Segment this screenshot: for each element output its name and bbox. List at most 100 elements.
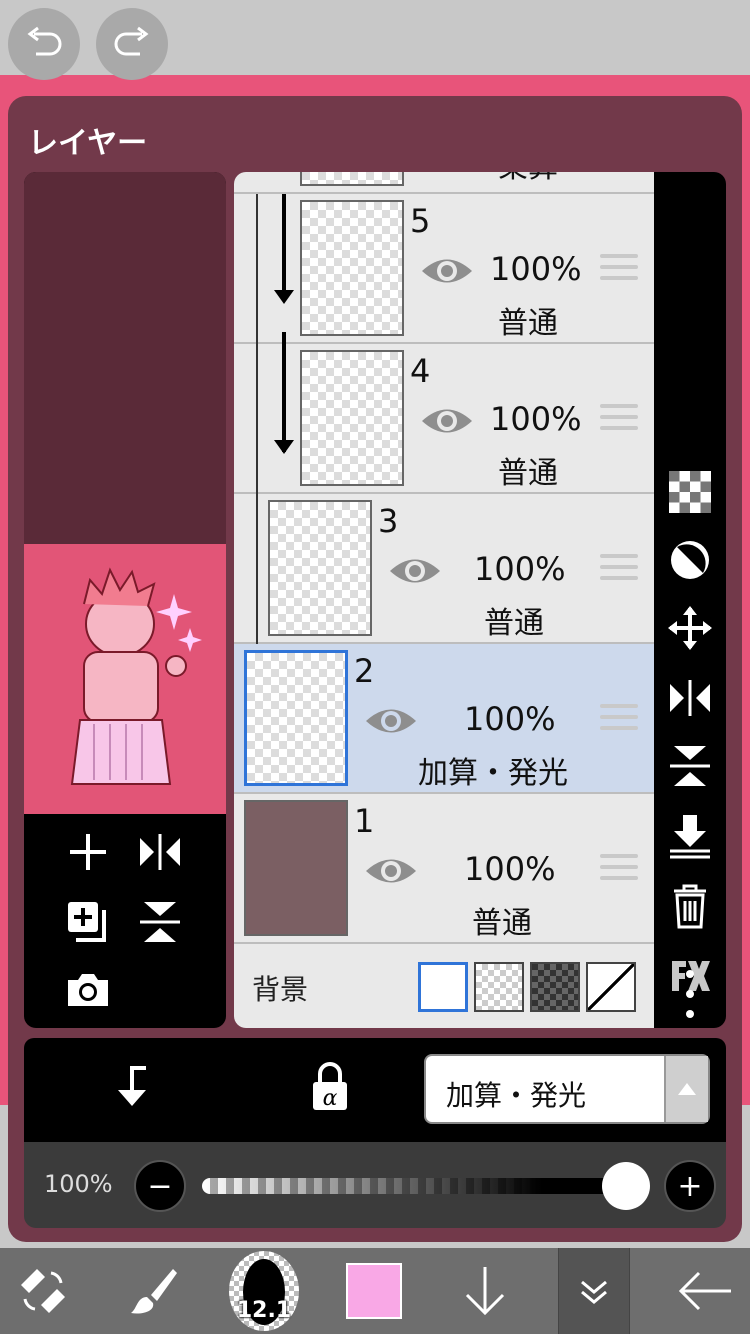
drag-handle-icon[interactable]: [600, 254, 638, 284]
invert-button[interactable]: [664, 534, 716, 586]
brush-tool-button[interactable]: [120, 1248, 186, 1334]
chevron-up-icon[interactable]: [664, 1056, 708, 1122]
layer-row-5[interactable]: 5 100% 普通: [234, 194, 654, 344]
layer-opacity: 100%: [474, 550, 566, 588]
layer-row-4[interactable]: 4 100% 普通: [234, 332, 654, 494]
layer-number: 5: [410, 202, 431, 240]
move-icon: [668, 606, 712, 650]
back-button[interactable]: [672, 1248, 738, 1334]
layer-blend-mode: 加算・発光: [418, 756, 568, 791]
preview-toolbar: [24, 814, 226, 1028]
background-transparent-swatch[interactable]: [474, 962, 524, 1012]
alpha-lock-icon: α: [313, 1062, 347, 1111]
layer-row-2[interactable]: 2 100% 加算・発光: [234, 644, 654, 794]
drag-handle-icon[interactable]: [600, 704, 638, 734]
clipping-button[interactable]: [110, 1064, 158, 1112]
flip-horizontal-icon: [140, 834, 180, 870]
clip-arrow-icon: [274, 290, 294, 304]
panel-title: レイヤー: [28, 126, 148, 161]
layer-row-3[interactable]: 3 100% 普通: [234, 494, 654, 644]
layer-down-button[interactable]: [452, 1248, 518, 1334]
background-white-swatch[interactable]: [418, 962, 468, 1012]
layer-opacity: 100%: [464, 850, 556, 888]
brush-preview: 12.1: [229, 1251, 299, 1331]
transform-button[interactable]: [10, 1248, 76, 1334]
clip-icon: [118, 1066, 146, 1106]
eye-icon[interactable]: [420, 404, 474, 438]
flip-vertical-button[interactable]: [664, 740, 716, 792]
eye-icon[interactable]: [364, 704, 418, 738]
move-button[interactable]: [664, 602, 716, 654]
opacity-decrease-button[interactable]: −: [134, 1160, 186, 1212]
drag-handle-icon[interactable]: [600, 854, 638, 884]
layer-row-partial[interactable]: 乗算: [234, 172, 654, 194]
preview-offscreen-area: [24, 172, 226, 544]
flip-horizontal-icon: [670, 680, 710, 716]
background-label: 背景: [252, 973, 309, 1006]
undo-icon: [27, 26, 62, 56]
merge-down-icon: [670, 815, 710, 859]
transparency-button[interactable]: [664, 466, 716, 518]
layer-opacity: 100%: [490, 250, 582, 288]
transform-icon: [21, 1269, 65, 1313]
clip-indicator: [256, 494, 258, 644]
drag-handle-icon[interactable]: [600, 404, 638, 434]
eye-icon[interactable]: [364, 854, 418, 888]
merge-down-button[interactable]: [664, 810, 716, 862]
layer-blend-mode: 普通: [472, 906, 532, 941]
alpha-lock-button[interactable]: α: [310, 1062, 358, 1114]
layer-thumbnail: [244, 800, 348, 936]
redo-button[interactable]: [96, 8, 168, 80]
flip-vertical-preview-button[interactable]: [136, 898, 184, 946]
preview-artwork[interactable]: [24, 544, 226, 814]
layer-tools-column: [654, 172, 726, 1028]
character-illustration: [70, 567, 202, 785]
eye-icon[interactable]: [388, 554, 442, 588]
current-color-swatch: [346, 1263, 402, 1319]
contrast-icon: [671, 541, 709, 579]
drag-handle-icon[interactable]: [600, 554, 638, 584]
background-none-swatch[interactable]: [586, 962, 636, 1012]
layer-opacity: 100%: [490, 400, 582, 438]
opacity-increase-button[interactable]: +: [664, 1160, 716, 1212]
layer-thumbnail: [268, 500, 372, 636]
clip-indicator: [256, 194, 258, 344]
flip-preview-button[interactable]: [136, 828, 184, 876]
brush-icon: [131, 1269, 177, 1314]
duplicate-icon: [68, 902, 106, 942]
layers-panel-toggle[interactable]: [558, 1248, 630, 1334]
layer-row-1[interactable]: 1 100% 普通: [234, 794, 654, 944]
eye-icon[interactable]: [420, 254, 474, 288]
camera-button[interactable]: [64, 966, 112, 1014]
blend-mode-select[interactable]: 加算・発光: [424, 1054, 710, 1124]
layer-blend-mode: 普通: [498, 306, 558, 341]
opacity-slider[interactable]: [202, 1178, 626, 1194]
layer-thumbnail: [300, 172, 404, 186]
flip-horizontal-button[interactable]: [664, 672, 716, 724]
brush-size-button[interactable]: 12.1: [228, 1248, 300, 1334]
more-options-button[interactable]: [680, 968, 700, 1020]
back-arrow-icon: [678, 1271, 731, 1311]
layer-thumbnail: [244, 650, 348, 786]
opacity-slider-handle[interactable]: [602, 1162, 650, 1210]
bottom-toolbar: 12.1: [0, 1248, 750, 1334]
layer-opacity: 100%: [464, 700, 556, 738]
layer-number: 3: [378, 502, 399, 540]
clip-indicator: [282, 332, 286, 452]
color-button[interactable]: [344, 1248, 404, 1334]
background-dark-swatch[interactable]: [530, 962, 580, 1012]
layer-number: 1: [354, 802, 375, 840]
delete-layer-button[interactable]: [664, 880, 716, 932]
canvas-preview: [24, 172, 226, 1028]
undo-button[interactable]: [8, 8, 80, 80]
chevron-double-down-icon: [581, 1280, 607, 1304]
layer-blend-mode: 普通: [484, 606, 544, 641]
minus-icon: −: [147, 1168, 173, 1204]
add-layer-button[interactable]: [64, 828, 112, 876]
flip-vertical-icon: [140, 902, 180, 942]
checker-icon: [669, 471, 711, 513]
duplicate-layer-button[interactable]: [64, 898, 112, 946]
layer-list: 乗算 5 100% 普通 4 100% 普通 3: [234, 172, 654, 1028]
plus-icon: +: [677, 1168, 703, 1204]
clip-indicator: [282, 194, 286, 298]
